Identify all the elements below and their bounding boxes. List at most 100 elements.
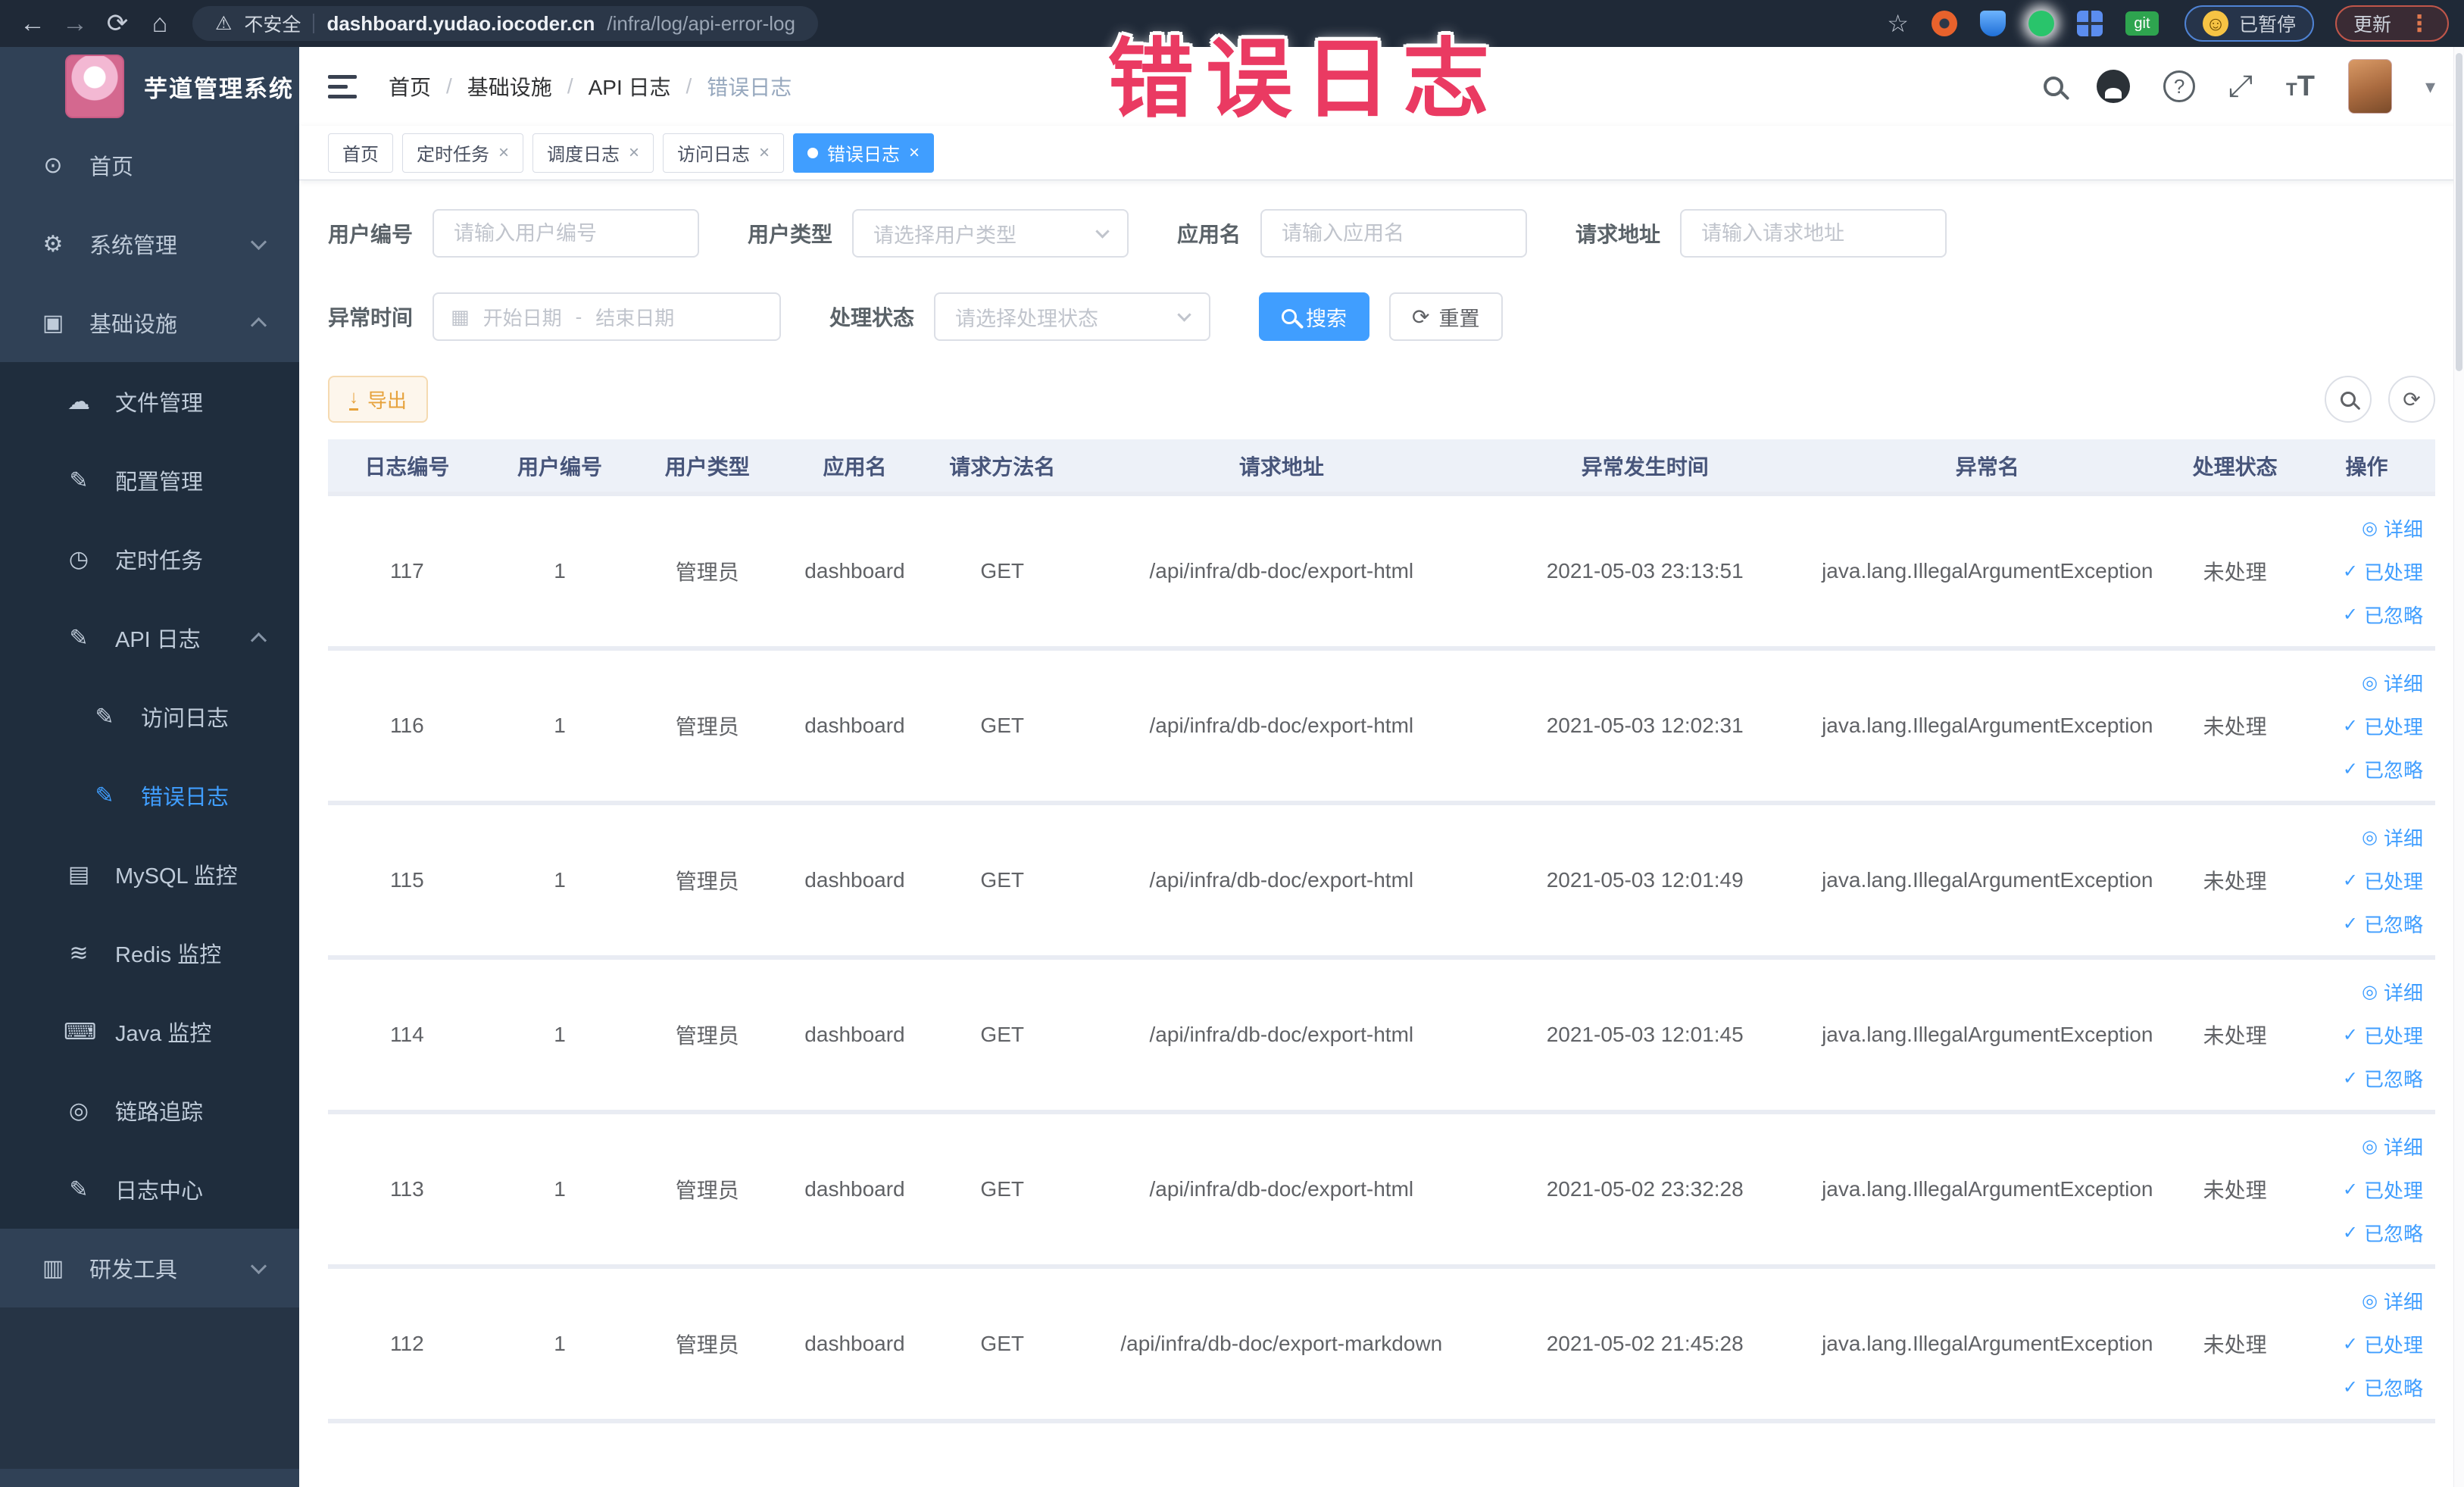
fullscreen-icon[interactable]: ⤢: [2228, 70, 2253, 104]
sidebar-item-error-log[interactable]: ✎ 错误日志: [0, 756, 299, 835]
user-avatar[interactable]: [2347, 59, 2392, 114]
row-action-mark-ignored[interactable]: ✓ 已忽略: [2343, 601, 2423, 629]
row-action-mark-processed[interactable]: ✓ 已处理: [2343, 1330, 2423, 1358]
row-action-mark-processed[interactable]: ✓ 已处理: [2343, 867, 2423, 895]
table-option-buttons: ⟳: [2325, 376, 2435, 423]
github-icon[interactable]: [2097, 70, 2131, 103]
row-action-mark-ignored[interactable]: ✓ 已忽略: [2343, 755, 2423, 783]
caret-down-icon[interactable]: ▾: [2425, 75, 2435, 98]
cell-log-id: 116: [328, 648, 486, 805]
row-action-mark-processed[interactable]: ✓ 已处理: [2343, 1021, 2423, 1049]
chevron-down-icon: [250, 233, 267, 251]
kebab-menu-icon[interactable]: ⋮: [2408, 11, 2431, 37]
row-action-mark-processed[interactable]: ✓ 已处理: [2343, 712, 2423, 740]
eye-icon: ◎: [2362, 981, 2378, 1002]
sidebar-item-trace[interactable]: ◎ 链路追踪: [0, 1071, 299, 1150]
cell-time: 2021-05-03 23:13:51: [1487, 494, 1803, 651]
tab-home[interactable]: 首页: [328, 133, 393, 173]
cell-user-id: 1: [486, 803, 634, 960]
profile-paused-badge[interactable]: ☺ 已暂停: [2184, 5, 2314, 42]
sidebar-item-log-center[interactable]: ✎ 日志中心: [0, 1150, 299, 1229]
row-action-detail[interactable]: ◎ 详细: [2362, 1287, 2423, 1315]
extension-grid-icon[interactable]: [2076, 11, 2103, 36]
page-scrollbar[interactable]: [2453, 47, 2464, 1487]
reset-button[interactable]: ⟳ 重置: [1389, 292, 1503, 341]
column-header-log-id: 日志编号: [328, 439, 486, 496]
request-url-input[interactable]: [1680, 209, 1947, 258]
search-icon[interactable]: [2044, 77, 2064, 96]
row-action-mark-ignored[interactable]: ✓ 已忽略: [2343, 910, 2423, 938]
sidebar-item-scheduled-tasks[interactable]: ◷ 定时任务: [0, 520, 299, 598]
user-type-select[interactable]: 请选择用户类型: [852, 209, 1129, 258]
tab-error-log[interactable]: 错误日志 ×: [793, 133, 935, 173]
check-icon: ✓: [2342, 1376, 2358, 1398]
row-action-mark-ignored[interactable]: ✓ 已忽略: [2343, 1219, 2423, 1247]
sidebar-item-redis-monitor[interactable]: ≋ Redis 监控: [0, 914, 299, 992]
close-icon[interactable]: ×: [759, 142, 770, 164]
check-icon: ✓: [2342, 715, 2358, 736]
sidebar-item-api-log[interactable]: ✎ API 日志: [0, 598, 299, 677]
sidebar-item-infrastructure[interactable]: ▣ 基础设施: [0, 283, 299, 362]
bookmark-star-icon[interactable]: ☆: [1887, 9, 1909, 38]
extension-git-icon[interactable]: git: [2125, 11, 2159, 36]
row-actions: ◎ 详细 ✓ 已处理 ✓ 已忽略: [2298, 978, 2435, 1092]
toggle-search-button[interactable]: [2325, 376, 2372, 423]
sidebar-item-system-management[interactable]: ⚙ 系统管理: [0, 205, 299, 283]
chrome-update-button[interactable]: 更新 ⋮: [2334, 5, 2449, 42]
row-action-detail[interactable]: ◎ 详细: [2362, 669, 2423, 697]
scrollbar-thumb[interactable]: [2456, 53, 2462, 371]
sidebar-item-java-monitor[interactable]: ⌨ Java 监控: [0, 992, 299, 1071]
row-action-detail[interactable]: ◎ 详细: [2362, 1132, 2423, 1161]
row-action-mark-processed[interactable]: ✓ 已处理: [2343, 558, 2423, 586]
sidebar-item-dev-tools[interactable]: ▥ 研发工具: [0, 1229, 299, 1307]
monitor-icon: ▣: [42, 310, 64, 336]
row-action-detail[interactable]: ◎ 详细: [2362, 978, 2423, 1006]
sidebar-fold-icon[interactable]: [328, 74, 357, 98]
sidebar-item-home[interactable]: ⊙ 首页: [0, 126, 299, 205]
refresh-table-button[interactable]: ⟳: [2388, 376, 2435, 423]
text-size-icon[interactable]: TT: [2286, 70, 2315, 103]
cell-method: GET: [928, 1112, 1076, 1269]
address-bar[interactable]: ⚠ 不安全 dashboard.yudao.iocoder.cn/infra/l…: [192, 6, 818, 41]
row-action-mark-ignored[interactable]: ✓ 已忽略: [2343, 1064, 2423, 1092]
row-action-mark-ignored[interactable]: ✓ 已忽略: [2343, 1373, 2423, 1401]
sidebar-item-config-management[interactable]: ✎ 配置管理: [0, 441, 299, 520]
extension-orange-icon[interactable]: [1931, 11, 1957, 36]
row-action-detail[interactable]: ◎ 详细: [2362, 514, 2423, 542]
process-status-select[interactable]: 请选择处理状态: [934, 292, 1211, 341]
cell-app-name: dashboard: [781, 648, 929, 805]
row-action-detail[interactable]: ◎ 详细: [2362, 823, 2423, 851]
tab-scheduled-tasks[interactable]: 定时任务 ×: [402, 133, 524, 173]
filter-request-url: 请求地址: [1576, 209, 1947, 258]
extension-shield-icon[interactable]: [1979, 11, 2006, 36]
reload-icon[interactable]: ⟳: [100, 8, 135, 39]
app-name-input[interactable]: [1260, 209, 1528, 258]
cell-log-id: 114: [328, 957, 486, 1114]
row-actions: ◎ 详细 ✓ 已处理 ✓ 已忽略: [2298, 1287, 2435, 1401]
close-icon[interactable]: ×: [909, 142, 920, 164]
tab-access-log[interactable]: 访问日志 ×: [663, 133, 785, 173]
breadcrumb-home[interactable]: 首页: [389, 71, 431, 102]
back-icon[interactable]: ←: [15, 9, 50, 39]
search-button[interactable]: 搜索: [1259, 292, 1370, 341]
user-id-input[interactable]: [433, 209, 700, 258]
sidebar-item-mysql-monitor[interactable]: ▤ MySQL 监控: [0, 835, 299, 914]
help-icon[interactable]: ?: [2163, 70, 2196, 102]
cell-user-type: 管理员: [633, 957, 782, 1114]
sidebar-item-file-management[interactable]: ☁ 文件管理: [0, 362, 299, 441]
sidebar-item-access-log[interactable]: ✎ 访问日志: [0, 677, 299, 756]
close-icon[interactable]: ×: [498, 142, 509, 164]
export-button[interactable]: ↓ 导出: [328, 376, 429, 423]
close-icon[interactable]: ×: [629, 142, 639, 164]
extension-green-check-icon[interactable]: [2028, 11, 2054, 36]
breadcrumb-infrastructure[interactable]: 基础设施: [467, 71, 552, 102]
breadcrumb-separator: /: [567, 74, 573, 98]
row-action-mark-processed[interactable]: ✓ 已处理: [2343, 1176, 2423, 1204]
breadcrumb-api-log[interactable]: API 日志: [589, 71, 671, 102]
home-icon[interactable]: ⌂: [142, 9, 177, 39]
forward-icon[interactable]: →: [58, 9, 92, 39]
cell-exception: java.lang.IllegalArgumentException: [1803, 1112, 2172, 1269]
tab-schedule-log[interactable]: 调度日志 ×: [532, 133, 654, 173]
cell-app-name: dashboard: [781, 1112, 929, 1269]
exception-time-range-picker[interactable]: ▦ 开始日期 - 结束日期: [433, 292, 782, 341]
